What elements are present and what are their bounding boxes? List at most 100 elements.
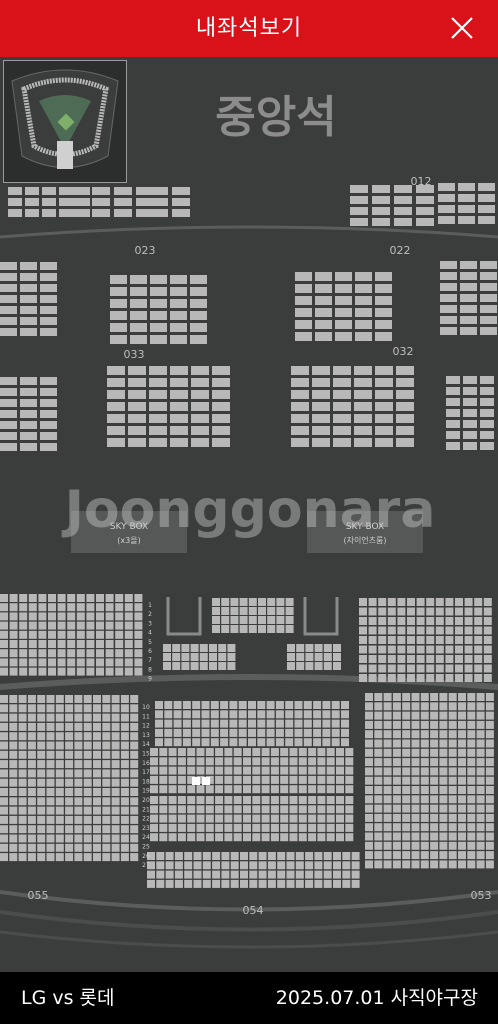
seat[interactable] (430, 795, 439, 804)
seat[interactable] (387, 664, 396, 673)
seat[interactable] (20, 284, 37, 292)
seat[interactable] (374, 730, 383, 739)
seat[interactable] (46, 713, 55, 722)
seat[interactable] (458, 183, 475, 191)
seat[interactable] (248, 616, 257, 624)
seat[interactable] (212, 402, 230, 411)
seat[interactable] (215, 757, 224, 766)
seat[interactable] (27, 815, 36, 824)
seat[interactable] (93, 843, 101, 852)
seat[interactable] (159, 785, 168, 794)
seat[interactable] (345, 823, 354, 832)
seat[interactable] (240, 879, 248, 888)
seat[interactable] (266, 719, 275, 728)
seat[interactable] (326, 796, 335, 804)
seat[interactable] (230, 870, 239, 879)
seat[interactable] (257, 738, 266, 747)
seat[interactable] (193, 861, 202, 870)
seat[interactable] (270, 757, 279, 766)
seat[interactable] (407, 674, 415, 682)
seat[interactable] (314, 653, 323, 661)
seat[interactable] (440, 294, 457, 302)
seat[interactable] (212, 870, 221, 879)
seat[interactable] (227, 644, 236, 652)
seat[interactable] (308, 748, 317, 756)
seat[interactable] (280, 823, 289, 832)
seat[interactable] (308, 814, 317, 823)
seat[interactable] (150, 796, 158, 804)
seat[interactable] (430, 851, 439, 860)
seat[interactable] (315, 308, 332, 317)
seat[interactable] (27, 797, 36, 806)
block-012-right[interactable] (438, 183, 495, 224)
seat[interactable] (485, 813, 494, 822)
seat[interactable] (105, 612, 114, 621)
seat[interactable] (37, 769, 46, 778)
seat[interactable] (368, 617, 377, 625)
seat[interactable] (96, 630, 104, 639)
seat[interactable] (57, 667, 66, 676)
seat[interactable] (202, 879, 211, 888)
seat[interactable] (55, 732, 64, 741)
seat[interactable] (9, 603, 18, 612)
seat[interactable] (190, 653, 199, 661)
seat[interactable] (193, 852, 202, 860)
seat[interactable] (37, 815, 46, 824)
seat[interactable] (224, 775, 233, 784)
seat[interactable] (0, 843, 8, 852)
seat[interactable] (120, 797, 129, 806)
seat[interactable] (8, 187, 22, 195)
seat[interactable] (196, 796, 205, 804)
seat[interactable] (18, 769, 27, 778)
seat[interactable] (120, 815, 129, 824)
seat[interactable] (111, 853, 120, 862)
seat[interactable] (102, 815, 111, 824)
seat[interactable] (201, 728, 210, 737)
seat[interactable] (40, 317, 57, 325)
seat[interactable] (177, 775, 186, 784)
seat[interactable] (190, 287, 207, 296)
seat[interactable] (38, 630, 47, 639)
seat[interactable] (368, 674, 377, 682)
seat[interactable] (38, 658, 47, 667)
seat[interactable] (411, 851, 420, 860)
seat[interactable] (9, 630, 18, 639)
seat[interactable] (483, 645, 492, 654)
seat[interactable] (402, 720, 411, 729)
seat[interactable] (173, 738, 182, 747)
seat[interactable] (458, 748, 466, 757)
seat[interactable] (402, 693, 411, 701)
seat[interactable] (350, 207, 368, 215)
seat[interactable] (83, 732, 92, 741)
seat[interactable] (326, 814, 335, 823)
seat[interactable] (261, 785, 270, 794)
seat[interactable] (76, 612, 85, 621)
seat[interactable] (280, 805, 289, 814)
seat[interactable] (323, 662, 332, 670)
seat[interactable] (374, 711, 383, 720)
seat[interactable] (485, 767, 494, 776)
seat[interactable] (438, 205, 455, 213)
seat[interactable] (48, 630, 56, 639)
seat[interactable] (134, 667, 143, 676)
seat[interactable] (149, 366, 167, 375)
seat[interactable] (345, 814, 354, 823)
seat[interactable] (286, 852, 295, 860)
seat[interactable] (196, 823, 205, 832)
seat[interactable] (224, 757, 233, 766)
seat[interactable] (182, 719, 191, 728)
seat[interactable] (455, 664, 463, 673)
seat[interactable] (270, 805, 279, 814)
seat[interactable] (303, 728, 312, 737)
seat[interactable] (430, 739, 439, 748)
seat[interactable] (365, 823, 373, 832)
seat[interactable] (182, 738, 191, 747)
seat[interactable] (110, 275, 127, 284)
seat[interactable] (397, 636, 406, 644)
seat[interactable] (202, 861, 211, 870)
seat[interactable] (392, 748, 401, 757)
seat[interactable] (130, 834, 139, 843)
seat[interactable] (252, 814, 261, 823)
seat[interactable] (295, 320, 312, 329)
seat[interactable] (221, 861, 230, 870)
